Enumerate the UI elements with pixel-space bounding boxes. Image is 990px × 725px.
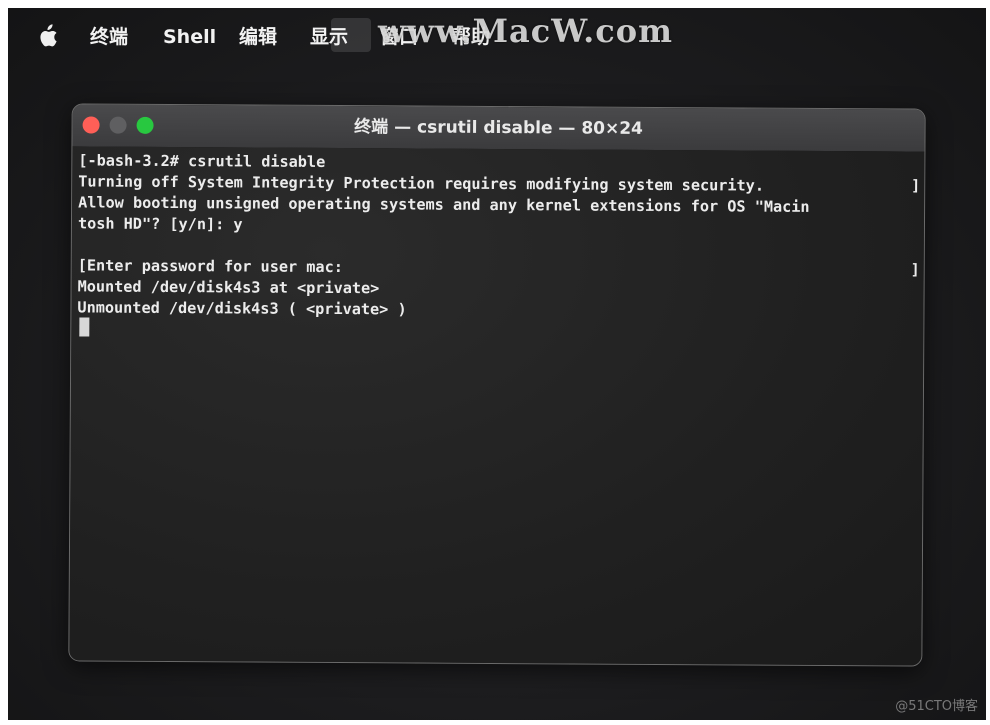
terminal-line: [Enter password for user mac: xyxy=(77,256,343,277)
terminal-line: tosh HD"? [y/n]: y xyxy=(77,214,243,234)
terminal-line: Unmounted /dev/disk4s3 ( <private> ) xyxy=(77,298,407,319)
menu-shell[interactable]: Shell xyxy=(163,25,216,49)
menu-app-terminal[interactable]: 终端 xyxy=(90,25,128,49)
line-wrap-bracket: ] xyxy=(911,176,921,195)
terminal-line: Mounted /dev/disk4s3 at <private> xyxy=(77,277,380,298)
terminal-line: [-bash-3.2# csrutil disable xyxy=(78,151,326,171)
screen-photo: 终端 Shell 编辑 显示 窗口 帮助 www.MacW.com 终端 — c… xyxy=(8,8,986,720)
watermark-macw: www.MacW.com xyxy=(378,12,673,50)
menu-edit[interactable]: 编辑 xyxy=(239,25,277,49)
watermark-51cto: @51CTO博客 xyxy=(895,699,978,714)
window-title: 终端 — csrutil disable — 80×24 xyxy=(354,117,643,139)
line-wrap-bracket: ] xyxy=(910,260,920,279)
terminal-content[interactable]: [-bash-3.2# csrutil disable Turning off … xyxy=(69,146,925,666)
title-bar[interactable]: 终端 — csrutil disable — 80×24 xyxy=(72,104,925,153)
menu-highlight xyxy=(331,18,371,52)
text-cursor xyxy=(79,317,90,337)
menu-bar: 终端 Shell 编辑 显示 窗口 帮助 www.MacW.com xyxy=(8,8,986,64)
terminal-window: 终端 — csrutil disable — 80×24 [-bash-3.2#… xyxy=(68,103,926,667)
apple-logo-icon[interactable] xyxy=(36,24,58,48)
